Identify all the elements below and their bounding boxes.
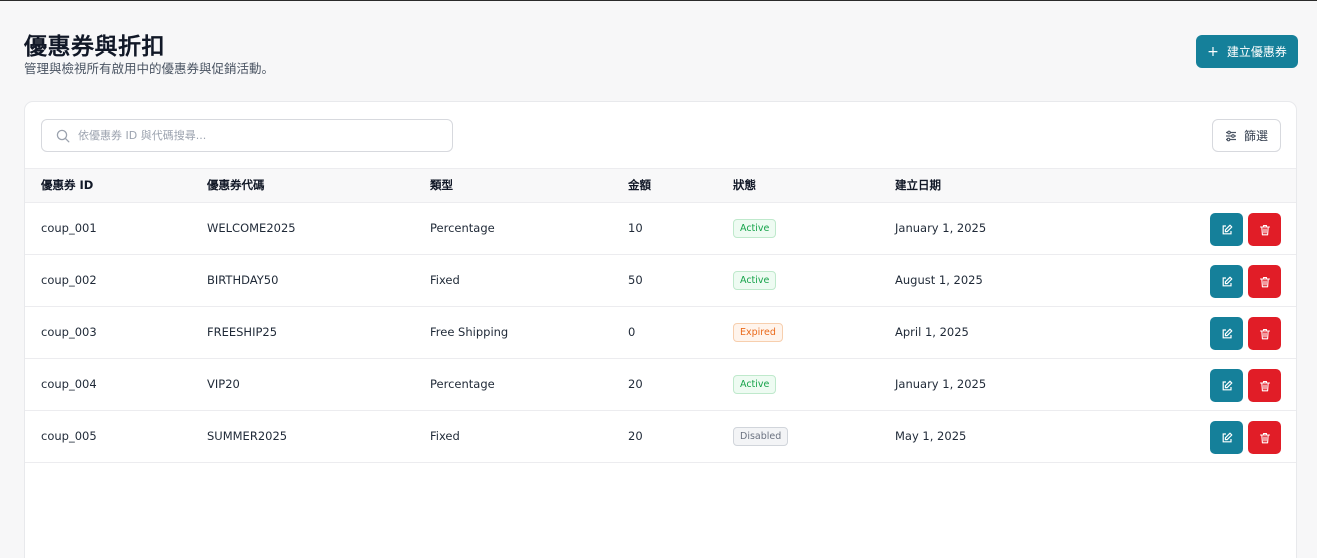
coupon-id: coup_001: [41, 221, 97, 235]
trash-icon: [1259, 432, 1270, 443]
column-header-status[interactable]: 狀態: [733, 169, 756, 202]
trash-icon: [1259, 328, 1270, 339]
trash-icon: [1259, 276, 1270, 287]
table-row: coup_002 BIRTHDAY50 Fixed 50 Active Augu…: [25, 255, 1296, 307]
column-header-id[interactable]: 優惠券 ID: [41, 169, 93, 202]
edit-icon: [1222, 224, 1232, 234]
coupon-id: coup_004: [41, 377, 97, 391]
edit-button[interactable]: [1210, 421, 1243, 454]
coupon-id: coup_003: [41, 325, 97, 339]
filter-button[interactable]: 篩選: [1212, 119, 1281, 152]
trash-icon: [1259, 224, 1270, 235]
coupon-amount: 50: [628, 273, 643, 287]
coupon-amount: 0: [628, 325, 636, 339]
column-header-type[interactable]: 類型: [430, 169, 453, 202]
sliders-icon: [1225, 130, 1236, 141]
delete-button[interactable]: [1248, 369, 1281, 402]
search-box[interactable]: [41, 119, 453, 152]
page-title: 優惠券與折扣: [24, 34, 165, 60]
table-header: 優惠券 ID 優惠券代碼 類型 金額 狀態 建立日期: [25, 168, 1296, 203]
delete-button[interactable]: [1248, 421, 1281, 454]
edit-icon: [1222, 328, 1232, 338]
delete-button[interactable]: [1248, 213, 1281, 246]
trash-icon: [1259, 380, 1270, 391]
coupon-type: Percentage: [430, 221, 495, 235]
coupon-amount: 10: [628, 221, 643, 235]
column-header-date[interactable]: 建立日期: [895, 169, 941, 202]
delete-button[interactable]: [1248, 265, 1281, 298]
delete-button[interactable]: [1248, 317, 1281, 350]
create-coupon-label: 建立優惠券: [1226, 45, 1287, 59]
created-date: January 1, 2025: [895, 221, 987, 235]
coupon-code: SUMMER2025: [207, 429, 288, 443]
coupon-code: VIP20: [207, 377, 240, 391]
edit-button[interactable]: [1210, 369, 1243, 402]
coupon-type: Percentage: [430, 377, 495, 391]
created-date: April 1, 2025: [895, 325, 969, 339]
table-row: coup_001 WELCOME2025 Percentage 10 Activ…: [25, 203, 1296, 255]
page-subtitle: 管理與檢視所有啟用中的優惠券與促銷活動。: [24, 61, 275, 76]
table-row: coup_003 FREESHIP25 Free Shipping 0 Expi…: [25, 307, 1296, 359]
column-header-code[interactable]: 優惠券代碼: [207, 169, 265, 202]
column-header-amount[interactable]: 金額: [628, 169, 651, 202]
coupon-code: BIRTHDAY50: [207, 273, 279, 287]
coupon-amount: 20: [628, 429, 643, 443]
table-row: coup_005 SUMMER2025 Fixed 20 Disabled Ma…: [25, 411, 1296, 463]
table-row: coup_004 VIP20 Percentage 20 Active Janu…: [25, 359, 1296, 411]
status-badge: Active: [733, 219, 777, 238]
coupon-code: WELCOME2025: [207, 221, 296, 235]
status-badge: Disabled: [733, 427, 789, 446]
coupon-card: 篩選 優惠券 ID 優惠券代碼 類型 金額 狀態 建立日期 coup_001 W…: [24, 101, 1297, 558]
edit-icon: [1222, 432, 1232, 442]
edit-icon: [1222, 380, 1232, 390]
coupon-amount: 20: [628, 377, 643, 391]
coupon-id: coup_002: [41, 273, 97, 287]
coupon-id: coup_005: [41, 429, 97, 443]
edit-button[interactable]: [1210, 265, 1243, 298]
create-coupon-button[interactable]: + 建立優惠券: [1196, 35, 1298, 68]
search-input[interactable]: [78, 129, 438, 142]
status-badge: Active: [733, 271, 777, 290]
coupon-code: FREESHIP25: [207, 325, 278, 339]
created-date: May 1, 2025: [895, 429, 967, 443]
status-badge: Expired: [733, 323, 783, 342]
edit-icon: [1222, 276, 1232, 286]
plus-icon: +: [1207, 43, 1219, 60]
edit-button[interactable]: [1210, 213, 1243, 246]
coupon-type: Free Shipping: [430, 325, 509, 339]
edit-button[interactable]: [1210, 317, 1243, 350]
filter-label: 篩選: [1243, 129, 1268, 143]
coupon-type: Fixed: [430, 273, 460, 287]
coupon-type: Fixed: [430, 429, 460, 443]
search-icon: [56, 129, 70, 142]
created-date: August 1, 2025: [895, 273, 983, 287]
status-badge: Active: [733, 375, 777, 394]
created-date: January 1, 2025: [895, 377, 987, 391]
